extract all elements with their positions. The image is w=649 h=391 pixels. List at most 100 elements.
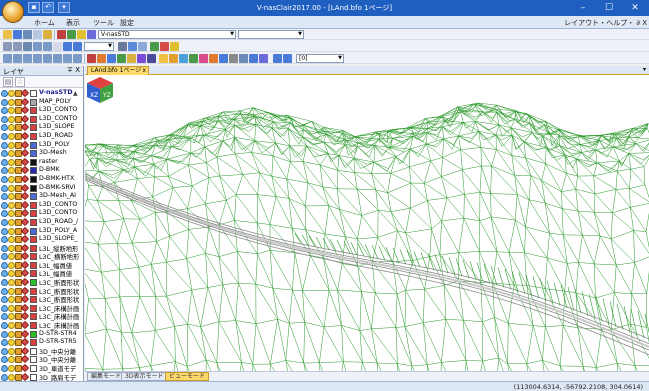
edit-pencil-icon[interactable] bbox=[20, 88, 30, 98]
visibility-eye-icon[interactable] bbox=[1, 141, 8, 149]
display-bulb-icon[interactable] bbox=[8, 270, 15, 278]
axis-cube-icon[interactable]: XZ YZ bbox=[85, 75, 115, 105]
display-bulb-icon[interactable] bbox=[8, 210, 15, 218]
visibility-eye-icon[interactable] bbox=[1, 304, 8, 312]
display-bulb-icon[interactable] bbox=[8, 313, 15, 321]
visibility-eye-icon[interactable] bbox=[1, 270, 8, 278]
layer-row[interactable]: L3C_床構計画 bbox=[0, 303, 83, 313]
visibility-eye-icon[interactable] bbox=[1, 158, 8, 166]
layer-color-swatch[interactable] bbox=[30, 227, 37, 235]
display-bulb-icon[interactable] bbox=[8, 175, 15, 183]
next-page-icon[interactable] bbox=[283, 54, 292, 63]
bulb-icon[interactable] bbox=[77, 30, 86, 39]
display-bulb-icon[interactable] bbox=[8, 261, 15, 269]
visibility-eye-icon[interactable] bbox=[1, 184, 8, 192]
layer-row[interactable]: L3C_床構計画 bbox=[0, 312, 83, 321]
scroll-up-icon[interactable]: ▲ bbox=[73, 90, 78, 97]
visibility-eye-icon[interactable] bbox=[1, 115, 8, 123]
style-combo[interactable]: V-nasSTD ▼ bbox=[98, 30, 236, 39]
layer-row[interactable]: L3D_POLY_A bbox=[0, 226, 83, 236]
layer-star-icon[interactable]: ☆ bbox=[15, 77, 25, 87]
layer-row[interactable]: L3C_床構計画 bbox=[0, 320, 83, 330]
mirror-icon[interactable] bbox=[137, 54, 146, 63]
visibility-eye-icon[interactable] bbox=[1, 132, 8, 140]
layer-row[interactable]: L3C_断面形状 bbox=[0, 277, 83, 287]
style-icon[interactable] bbox=[87, 30, 96, 39]
layer-row[interactable]: D-BMK-SRVI bbox=[0, 183, 83, 193]
zoom-out-icon[interactable] bbox=[13, 42, 22, 51]
display-bulb-icon[interactable] bbox=[8, 132, 15, 140]
tab-home[interactable]: ホーム bbox=[34, 18, 55, 28]
tab-view[interactable]: 表示 bbox=[66, 18, 80, 28]
tab-edit-mode[interactable]: 編集モード bbox=[87, 372, 126, 381]
layer-row[interactable]: L3L_幅員値 bbox=[0, 260, 83, 270]
redo-view-icon[interactable] bbox=[73, 42, 82, 51]
layer-color-swatch[interactable] bbox=[30, 98, 37, 106]
light-icon[interactable] bbox=[170, 42, 179, 51]
display-bulb-icon[interactable] bbox=[8, 287, 15, 295]
layer-color-swatch[interactable] bbox=[30, 150, 37, 158]
visibility-eye-icon[interactable] bbox=[1, 313, 8, 321]
edit-pencil-icon[interactable] bbox=[20, 252, 30, 261]
print-icon[interactable] bbox=[23, 30, 32, 39]
layer-row[interactable]: L3D_POLY bbox=[0, 140, 83, 150]
layer-color-swatch[interactable] bbox=[30, 261, 37, 269]
layer-row[interactable]: MAP_POLY bbox=[0, 97, 83, 107]
layer-color-swatch[interactable] bbox=[30, 279, 37, 287]
display-bulb-icon[interactable] bbox=[8, 115, 15, 123]
open-icon[interactable] bbox=[3, 30, 12, 39]
display-bulb-icon[interactable] bbox=[8, 158, 15, 166]
layer-row[interactable]: V-nasSTD bbox=[0, 88, 83, 98]
display-bulb-icon[interactable] bbox=[8, 236, 15, 244]
display-bulb-icon[interactable] bbox=[8, 322, 15, 330]
circle-icon[interactable] bbox=[43, 54, 52, 63]
display-bulb-icon[interactable] bbox=[8, 184, 15, 192]
edit-pencil-icon[interactable] bbox=[20, 217, 30, 227]
edit-pencil-icon[interactable] bbox=[20, 209, 30, 218]
visibility-eye-icon[interactable] bbox=[1, 356, 8, 364]
display-bulb-icon[interactable] bbox=[8, 330, 15, 338]
mesh-icon[interactable] bbox=[179, 54, 188, 63]
visibility-eye-icon[interactable] bbox=[1, 218, 8, 226]
scale-combo[interactable]: [0] ▼ bbox=[296, 54, 344, 63]
edit-pencil-icon[interactable] bbox=[20, 295, 30, 304]
visibility-eye-icon[interactable] bbox=[1, 227, 8, 235]
layer-row[interactable]: D-BMK-HTX bbox=[0, 174, 83, 184]
edit-pencil-icon[interactable] bbox=[20, 286, 30, 295]
layer-color-swatch[interactable] bbox=[30, 210, 37, 218]
layer-row[interactable]: L3C_断面形状 bbox=[0, 286, 83, 296]
display-bulb-icon[interactable] bbox=[8, 347, 15, 355]
layer-row[interactable]: L3D_CONTO bbox=[0, 114, 83, 124]
road-icon[interactable] bbox=[219, 54, 228, 63]
layer-color-swatch[interactable] bbox=[30, 193, 37, 201]
text-icon[interactable] bbox=[53, 54, 62, 63]
layer-color-swatch[interactable] bbox=[30, 322, 37, 330]
display-bulb-icon[interactable] bbox=[8, 296, 15, 304]
layer-icon[interactable] bbox=[57, 30, 66, 39]
copy-entity-icon[interactable] bbox=[107, 54, 116, 63]
layer-manager-icon[interactable] bbox=[249, 54, 258, 63]
edit-pencil-icon[interactable] bbox=[20, 243, 30, 252]
move-icon[interactable] bbox=[97, 54, 106, 63]
visibility-eye-icon[interactable] bbox=[1, 210, 8, 218]
tab-3d-display-mode[interactable]: 3D表示モード bbox=[121, 372, 168, 381]
layer-color-swatch[interactable] bbox=[30, 167, 37, 175]
display-bulb-icon[interactable] bbox=[8, 373, 15, 381]
display-bulb-icon[interactable] bbox=[8, 167, 15, 175]
layer-color-swatch[interactable] bbox=[30, 296, 37, 304]
layout-help-menu[interactable]: レイアウト・ヘルプ・ ∂ X bbox=[564, 18, 647, 28]
copy-icon[interactable] bbox=[43, 30, 52, 39]
tab-tools[interactable]: ツール bbox=[93, 18, 114, 28]
grid-icon[interactable] bbox=[118, 42, 127, 51]
display-bulb-icon[interactable] bbox=[8, 150, 15, 158]
layer-color-swatch[interactable] bbox=[30, 270, 37, 278]
layer-color-swatch[interactable] bbox=[30, 330, 37, 338]
close-icon[interactable]: x bbox=[142, 67, 146, 74]
edit-pencil-icon[interactable] bbox=[20, 234, 30, 244]
layer-color-swatch[interactable] bbox=[30, 236, 37, 244]
layer-row[interactable]: 3D_車道モデ bbox=[0, 363, 83, 373]
edit-pencil-icon[interactable] bbox=[20, 131, 30, 141]
panel-pin-close[interactable]: ∓ X bbox=[67, 66, 80, 74]
layer-row[interactable]: 3D_中央分離 bbox=[0, 346, 83, 356]
display-bulb-icon[interactable] bbox=[8, 279, 15, 287]
